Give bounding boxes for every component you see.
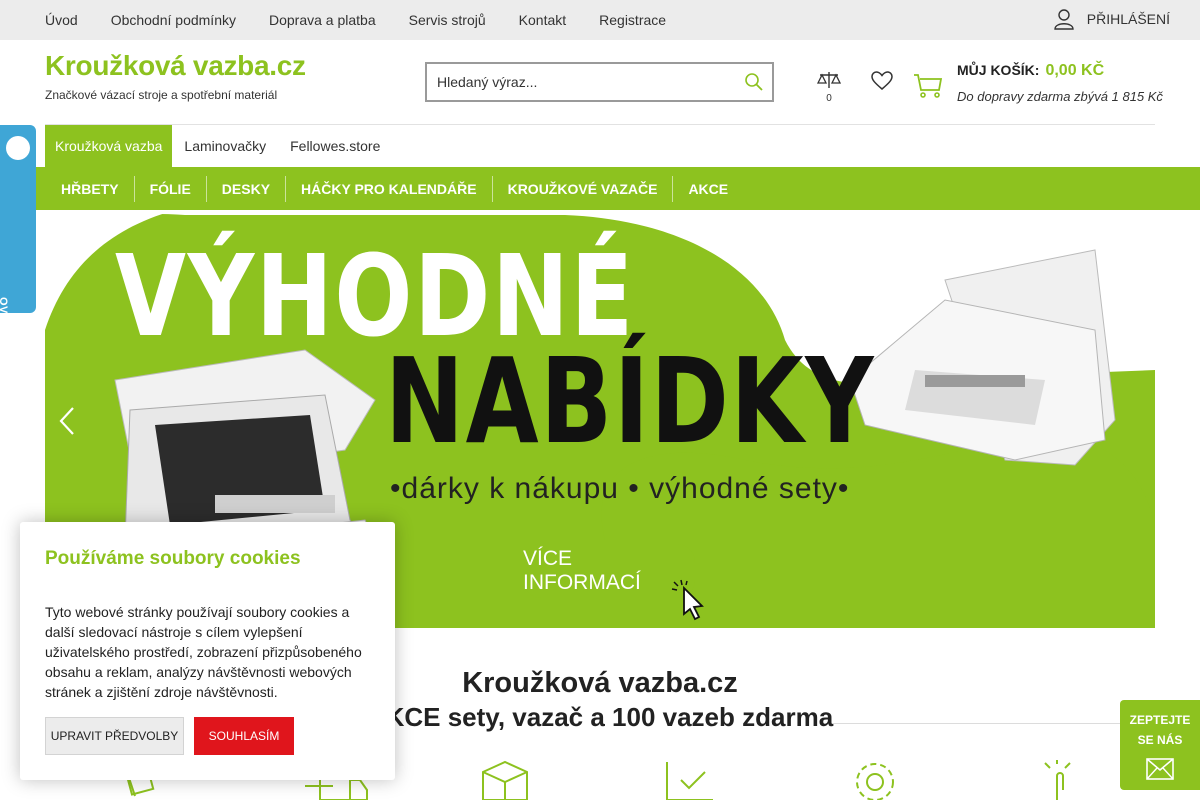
section-divider: [832, 723, 1155, 724]
top-bar: Úvod Obchodní podmínky Doprava a platba …: [0, 0, 1200, 40]
cart-icon: [914, 74, 943, 98]
chevron-left-icon: [59, 407, 74, 435]
ask-us-label: ZEPTEJTE SE NÁS: [1129, 713, 1191, 747]
search-input[interactable]: [427, 74, 727, 90]
verified-badge-label: OVĚŘENO ZÁKAZNÍKY: [0, 297, 9, 428]
tab-laminovacky[interactable]: Laminovačky: [172, 125, 278, 167]
ask-us-widget[interactable]: ZEPTEJTE SE NÁS: [1120, 700, 1200, 790]
verified-seal-icon: [6, 136, 30, 160]
top-navigation: Úvod Obchodní podmínky Doprava a platba …: [45, 0, 699, 40]
heart-icon: [871, 71, 893, 90]
compare-icon: [816, 72, 842, 88]
compare-button[interactable]: 0: [816, 70, 842, 104]
top-link-service[interactable]: Servis strojů: [409, 12, 486, 28]
nav-hrbety[interactable]: HŘBETY: [45, 176, 134, 202]
top-link-shipping[interactable]: Doprava a platba: [269, 12, 376, 28]
package-icon: [482, 760, 528, 800]
envelope-icon: [1146, 758, 1174, 780]
tab-fellowes-store[interactable]: Fellowes.store: [278, 125, 392, 167]
search-icon: [745, 73, 763, 91]
top-link-register[interactable]: Registrace: [599, 12, 666, 28]
free-shipping-note: Do dopravy zdarma zbývá 1 815 Kč: [957, 89, 1163, 104]
nav-akce[interactable]: AKCE: [672, 175, 743, 202]
cart-label: MŮJ KOŠÍK:: [957, 62, 1040, 78]
nav-hacky[interactable]: HÁČKY PRO KALENDÁŘE: [285, 175, 492, 202]
cursor-icon: [671, 579, 704, 621]
search-box: [425, 62, 774, 102]
site-logo[interactable]: Kroužková vazba.cz: [45, 50, 306, 82]
cookie-description: Tyto webové stránky používají soubory co…: [45, 604, 362, 700]
gear-icon: [856, 763, 894, 800]
login-label: PŘIHLÁŠENÍ: [1086, 11, 1170, 27]
nav-desky[interactable]: DESKY: [205, 175, 285, 202]
cookie-title: Používáme soubory cookies: [45, 548, 301, 569]
cart-summary[interactable]: MŮJ KOŠÍK: 0,00 KČ: [957, 62, 1104, 80]
cart-price: 0,00 KČ: [1045, 62, 1105, 79]
main-navigation: HŘBETY FÓLIE DESKY HÁČKY PRO KALENDÁŘE K…: [0, 167, 1200, 210]
site-header: Kroužková vazba.cz Značkové vázací stroj…: [45, 40, 1163, 125]
banner-headline-2: NABÍDKY: [385, 332, 876, 470]
verified-reviews-badge[interactable]: OVĚŘENO ZÁKAZNÍKY: [0, 125, 36, 427]
cookie-accept-button[interactable]: SOUHLASÍM: [194, 717, 294, 755]
touch-icon: [1044, 760, 1071, 800]
top-link-terms[interactable]: Obchodní podmínky: [111, 12, 236, 28]
login-link[interactable]: PŘIHLÁŠENÍ: [1053, 8, 1170, 30]
carousel-prev-button[interactable]: [57, 406, 77, 441]
user-icon: [1054, 9, 1074, 30]
category-tabs: Kroužková vazba Laminovačky Fellowes.sto…: [45, 125, 392, 167]
top-link-contact[interactable]: Kontakt: [519, 12, 566, 28]
tab-krouzkova-vazba[interactable]: Kroužková vazba: [45, 125, 173, 167]
wishlist-button[interactable]: [871, 71, 893, 96]
cart-button[interactable]: [913, 73, 943, 104]
compare-count: 0: [826, 93, 832, 104]
site-tagline: Značkové vázací stroje a spotřební mater…: [45, 88, 278, 102]
search-button[interactable]: [744, 72, 764, 97]
banner-tagline: •dárky k nákupu • výhodné sety•: [390, 472, 850, 505]
top-link-home[interactable]: Úvod: [45, 12, 78, 28]
box-check-icon: [666, 762, 713, 800]
cookie-preferences-button[interactable]: UPRAVIT PŘEDVOLBY: [45, 717, 184, 755]
cookie-consent-dialog: Používáme soubory cookies Tyto webové st…: [20, 522, 395, 780]
nav-vazace[interactable]: KROUŽKOVÉ VAZAČE: [491, 175, 673, 202]
nav-folie[interactable]: FÓLIE: [133, 175, 206, 202]
